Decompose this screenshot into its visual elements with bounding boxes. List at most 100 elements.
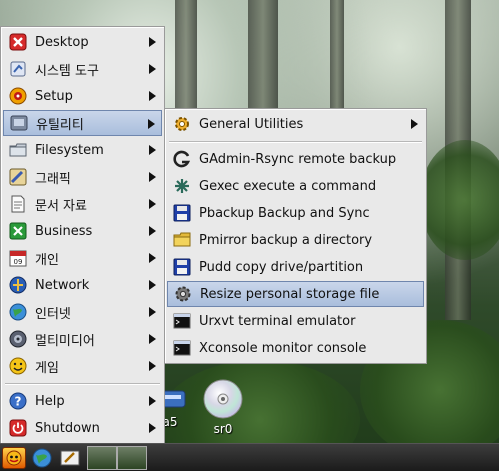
submenu-item-resize-storage[interactable]: Resize personal storage file (167, 281, 424, 307)
browser-launcher[interactable] (30, 447, 54, 469)
floppy-icon (172, 203, 192, 223)
globe-icon (8, 302, 28, 322)
submenu-item-pmirror[interactable]: Pmirror backup a directory (167, 227, 424, 253)
submenu-arrow-icon (149, 91, 156, 101)
submenu-item-gadmin-rsync[interactable]: GAdmin-Rsync remote backup (167, 146, 424, 172)
desktop-close-icon (8, 32, 28, 52)
menu-item-label: 인터넷 (35, 306, 71, 322)
submenu-arrow-icon (149, 361, 156, 371)
menu-item-documents[interactable]: 문서 자료 (3, 191, 162, 217)
submenu-item-label: Urxvt terminal emulator (199, 313, 356, 329)
submenu-arrow-icon (149, 253, 156, 263)
submenu-item-pudd[interactable]: Pudd copy drive/partition (167, 254, 424, 280)
menu-item-business[interactable]: Business (3, 218, 162, 244)
menu-item-desktop[interactable]: Desktop (3, 29, 162, 55)
menu-separator (5, 383, 160, 385)
menu-item-label: Shutdown (35, 420, 100, 436)
menu-item-shutdown[interactable]: Shutdown (3, 415, 162, 441)
setup-icon (8, 86, 28, 106)
submenu-arrow-icon (149, 226, 156, 236)
menu-separator (169, 141, 422, 143)
submenu-item-label: Xconsole monitor console (199, 340, 367, 356)
help-icon: ? (8, 391, 28, 411)
utilities-icon (9, 113, 29, 133)
menu-item-system-tools[interactable]: 시스템 도구 (3, 56, 162, 82)
folder-icon (172, 230, 192, 250)
submenu-arrow-icon (149, 334, 156, 344)
power-icon (8, 418, 28, 438)
desktop-icon-label: sr0 (213, 422, 233, 436)
multimedia-icon (8, 329, 28, 349)
calendar-icon: 09 (8, 248, 28, 268)
menu-item-label: Business (35, 223, 93, 239)
menu-item-label: 문서 자료 (35, 198, 87, 214)
menu-item-help[interactable]: ? Help (3, 388, 162, 414)
desktop-icon-sr0[interactable]: sr0 (200, 378, 246, 436)
submenu-item-general-utilities[interactable]: General Utilities (167, 111, 424, 137)
system-tools-icon (8, 59, 28, 79)
menu-item-personal[interactable]: 09 개인 (3, 245, 162, 271)
menu-item-label: Help (35, 393, 65, 409)
submenu-item-label: Gexec execute a command (199, 178, 377, 194)
utilities-submenu: General Utilities GAdmin-Rsync remote ba… (164, 108, 427, 364)
taskbar (0, 443, 499, 471)
gear-icon (172, 114, 192, 134)
desktop-pager-1[interactable] (87, 446, 117, 470)
menu-item-label: Network (35, 277, 90, 293)
globe-icon (32, 448, 52, 468)
menu-item-label: Setup (35, 88, 73, 104)
gear-icon (173, 284, 193, 304)
menu-item-multimedia[interactable]: 멀티미디어 (3, 326, 162, 352)
gadmin-icon (172, 149, 192, 169)
submenu-item-gexec[interactable]: Gexec execute a command (167, 173, 424, 199)
submenu-arrow-icon (149, 64, 156, 74)
submenu-arrow-icon (149, 37, 156, 47)
submenu-arrow-icon (149, 145, 156, 155)
submenu-arrow-icon (149, 280, 156, 290)
submenu-arrow-icon (149, 423, 156, 433)
desktop-pager-2[interactable] (117, 446, 147, 470)
smiley-icon (8, 356, 28, 376)
submenu-item-label: General Utilities (199, 116, 304, 132)
submenu-item-xconsole[interactable]: Xconsole monitor console (167, 335, 424, 361)
submenu-item-pbackup[interactable]: Pbackup Backup and Sync (167, 200, 424, 226)
submenu-arrow-icon (149, 199, 156, 209)
start-menu-button[interactable] (2, 447, 26, 469)
svg-text:?: ? (15, 395, 22, 409)
submenu-item-urxvt[interactable]: Urxvt terminal emulator (167, 308, 424, 334)
svg-text:09: 09 (14, 258, 23, 266)
start-logo-icon (6, 450, 22, 466)
editor-launcher[interactable] (58, 447, 82, 469)
menu-item-utilities[interactable]: 유틸리티 (3, 110, 162, 136)
menu-item-graphics[interactable]: 그래픽 (3, 164, 162, 190)
menu-item-games[interactable]: 게임 (3, 353, 162, 379)
text-editor-icon (60, 450, 80, 466)
menu-item-network[interactable]: Network (3, 272, 162, 298)
submenu-item-label: GAdmin-Rsync remote backup (199, 151, 397, 167)
submenu-item-label: Pudd copy drive/partition (199, 259, 364, 275)
submenu-arrow-icon (148, 119, 155, 129)
submenu-arrow-icon (149, 172, 156, 182)
cdrom-icon (203, 379, 243, 419)
submenu-arrow-icon (149, 307, 156, 317)
menu-item-label: 멀티미디어 (35, 333, 95, 349)
submenu-item-label: Resize personal storage file (200, 286, 380, 302)
document-icon (8, 194, 28, 214)
submenu-item-label: Pbackup Backup and Sync (199, 205, 370, 221)
submenu-arrow-icon (149, 396, 156, 406)
terminal-icon (172, 311, 192, 331)
floppy-icon (172, 257, 192, 277)
menu-item-label: 그래픽 (35, 171, 71, 187)
spreadsheet-icon (8, 221, 28, 241)
menu-item-setup[interactable]: Setup (3, 83, 162, 109)
network-icon (8, 275, 28, 295)
terminal-icon (172, 338, 192, 358)
submenu-item-label: Pmirror backup a directory (199, 232, 373, 248)
gexec-icon (172, 176, 192, 196)
menu-item-filesystem[interactable]: Filesystem (3, 137, 162, 163)
menu-item-label: 개인 (35, 252, 59, 268)
submenu-arrow-icon (411, 119, 418, 129)
folder-icon (8, 140, 28, 160)
menu-item-label: 게임 (35, 360, 59, 376)
menu-item-internet[interactable]: 인터넷 (3, 299, 162, 325)
